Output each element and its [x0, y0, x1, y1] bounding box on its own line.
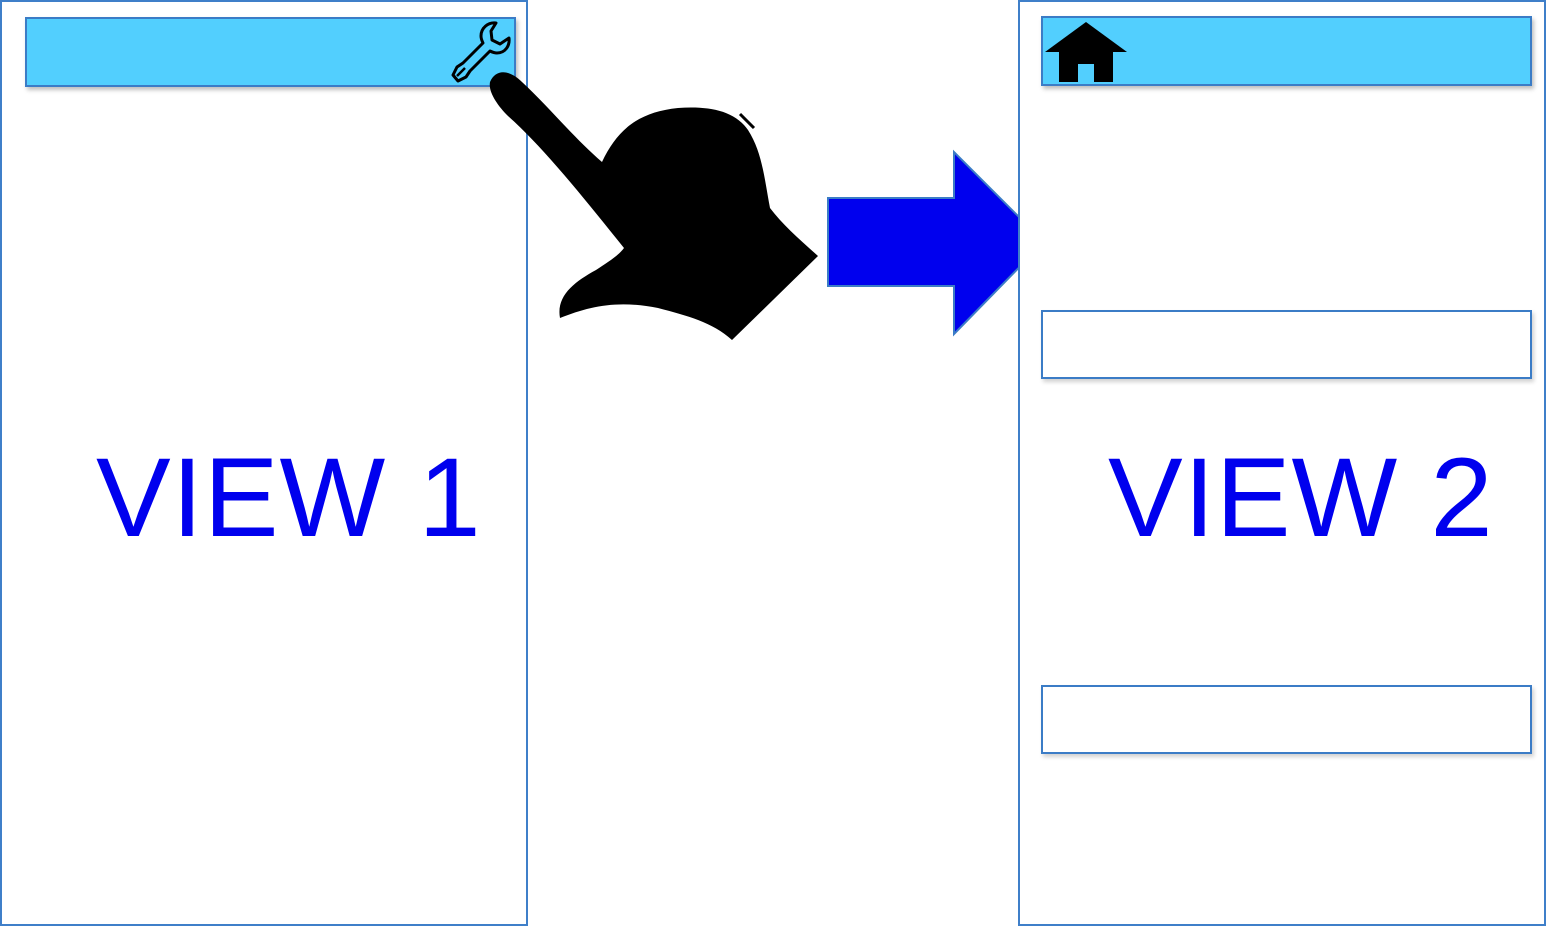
view1-title: VIEW 1	[96, 435, 482, 560]
view2-title: VIEW 2	[1108, 435, 1494, 560]
input-field-1[interactable]	[1041, 310, 1532, 379]
view1-toolbar	[25, 17, 516, 87]
view2-screen: VIEW 2	[1018, 0, 1546, 926]
view1-screen: VIEW 1	[0, 0, 528, 926]
input-field-2[interactable]	[1041, 685, 1532, 754]
pointing-hand-icon	[489, 72, 818, 340]
home-icon[interactable]	[1043, 20, 1131, 84]
view2-toolbar	[1041, 16, 1532, 86]
right-arrow-icon	[827, 149, 1046, 337]
